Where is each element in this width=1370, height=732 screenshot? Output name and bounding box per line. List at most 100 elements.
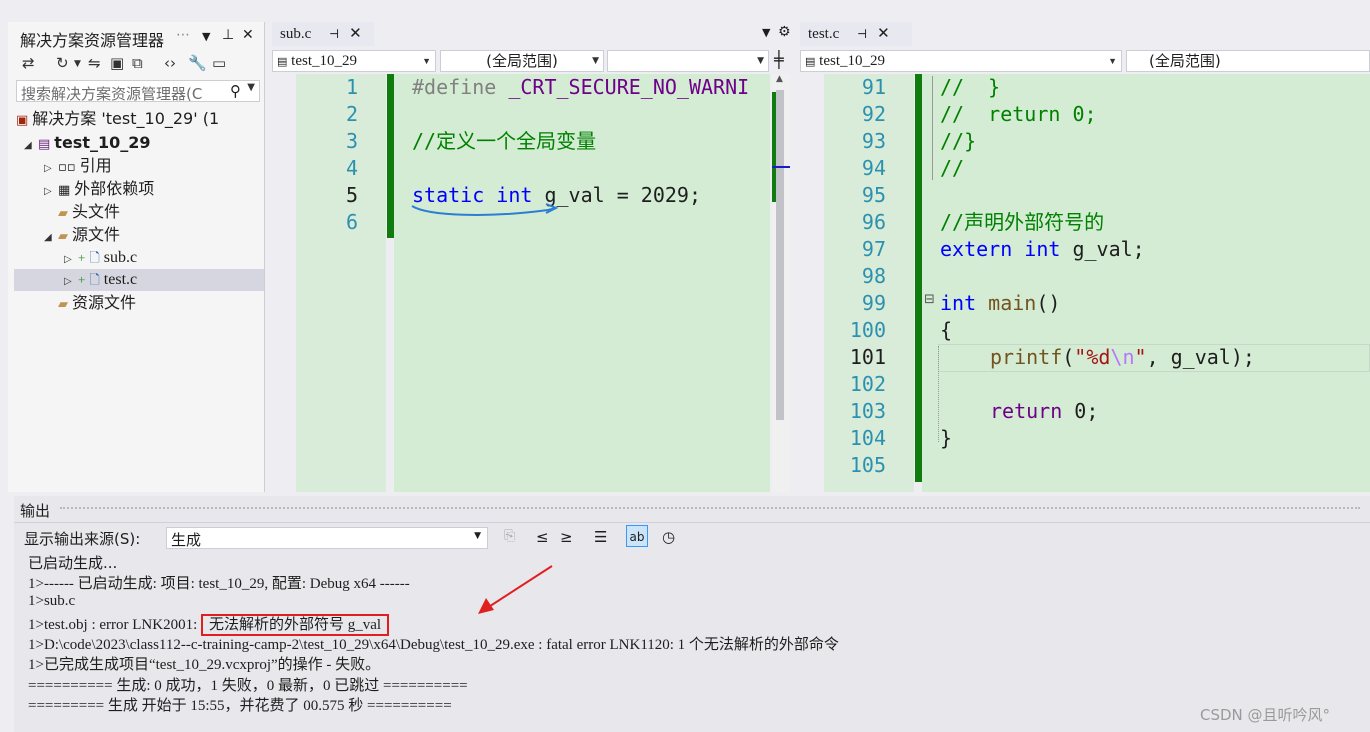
code-line-96: //声明外部符号的 [940, 210, 1105, 234]
code-line-92: // return 0; [940, 102, 1097, 126]
tab-test-c[interactable]: test.c ⊣ ✕ [800, 22, 912, 46]
search-icon[interactable]: ⚲ [230, 82, 241, 100]
collapse-all-icon[interactable]: ▣ [110, 54, 124, 72]
goto-in-code-icon[interactable]: ⎘ [504, 528, 515, 544]
c-file-icon: 🗋 [89, 250, 100, 265]
dropdown-arrow-icon[interactable]: ▼ [202, 30, 210, 43]
nav-project-dropdown-right[interactable]: ▤ test_10_29 ▼ [800, 50, 1122, 72]
sync-icon[interactable]: ⇄ [22, 54, 35, 72]
clear-all-icon[interactable]: ☰ [594, 528, 607, 546]
dropdown-arrow-icon[interactable]: ▼ [474, 531, 481, 541]
tree-item-external-deps[interactable]: ▷ ▦ 外部依赖项 [44, 178, 154, 200]
dropdown-arrow-icon[interactable]: ▼ [422, 51, 431, 71]
tree-item-resource-files[interactable]: ▰ 资源文件 [58, 292, 136, 314]
title-grip [60, 507, 1360, 513]
code-line-99: int main() [940, 291, 1061, 315]
show-all-files-icon[interactable]: ⧉ [132, 54, 143, 72]
code-view-icon[interactable]: ‹› [164, 54, 176, 72]
word-wrap-toggle-icon[interactable]: ab [626, 525, 648, 547]
close-icon[interactable]: ✕ [242, 27, 254, 43]
collapsed-arrow-icon[interactable]: ▷ [44, 181, 58, 203]
output-line: 1>sub.c [28, 593, 76, 609]
solution-search-input[interactable]: 搜索解决方案资源管理器(C ⚲ ▼ [16, 80, 260, 103]
output-line: 1>------ 已启动生成: 项目: test_10_29, 配置: Debu… [28, 576, 410, 592]
tab-close-icon[interactable]: ✕ [349, 26, 362, 42]
output-line: 1>D:\code\2023\class112--c-training-camp… [28, 637, 839, 653]
tree-item-references[interactable]: ▷ ▫▫ 引用 [44, 155, 112, 177]
prev-message-icon[interactable]: ≤ [536, 528, 549, 546]
search-placeholder: 搜索解决方案资源管理器(C [21, 85, 203, 103]
watermark-text: CSDN @且听吟风° [1200, 706, 1331, 724]
pin-icon[interactable]: ⊣ [857, 27, 867, 41]
project-icon: ▤ [277, 56, 288, 68]
solution-icon: ▣ [16, 113, 29, 128]
tree-item-source-files[interactable]: ◢ ▰ 源文件 [44, 224, 120, 246]
properties-wrench-icon[interactable]: 🔧 [188, 54, 207, 72]
collapsed-arrow-icon[interactable]: ▷ [44, 158, 58, 180]
left-vertical-scrollbar[interactable]: ▲ [772, 74, 790, 492]
fold-guide-top [932, 76, 933, 180]
output-title-bar: 输出 [14, 496, 1370, 523]
solution-explorer-panel: 解决方案资源管理器 ⋯ ▼ ⊥ ✕ ⇄ ↻ ▼ ⇋ ▣ ⧉ ‹› 🔧 ▭ 搜索解… [8, 22, 265, 492]
output-source-select[interactable]: 生成 ▼ [166, 527, 488, 549]
nav-scope-dropdown-right[interactable]: (全局范围) [1126, 50, 1370, 72]
tree-item-project[interactable]: ◢ ▤ test_10_29 [24, 132, 151, 154]
tree-item-solution[interactable]: ▣ 解决方案 'test_10_29' (1 [16, 108, 219, 130]
tree-item-sub-c[interactable]: ▷ + 🗋 sub.c [64, 247, 137, 269]
scrollbar-thumb[interactable] [776, 90, 784, 420]
preview-icon[interactable]: ▭ [212, 54, 226, 72]
pending-changes-icon[interactable]: ⇋ [88, 54, 101, 72]
code-line-94: // [940, 156, 965, 180]
scroll-up-icon[interactable]: ▲ [776, 74, 783, 84]
timestamp-clock-icon[interactable]: ◷ [662, 528, 675, 546]
tree-item-header-files[interactable]: ▰ 头文件 [58, 201, 120, 223]
external-deps-icon: ▦ [58, 183, 71, 198]
collapsed-arrow-icon[interactable]: ▷ [64, 249, 78, 271]
search-options-icon[interactable]: ▼ [247, 82, 255, 93]
code-line-104: } [940, 426, 953, 450]
history-icon[interactable]: ↻ [56, 54, 69, 72]
settings-gear-icon[interactable]: ⚙ [778, 24, 791, 40]
dropdown-arrow-icon[interactable]: ▼ [757, 51, 764, 71]
collapse-region-icon[interactable]: ⊟ [924, 292, 935, 307]
output-title: 输出 [20, 502, 51, 520]
nav-scope-dropdown[interactable]: (全局范围) ▼ [440, 50, 604, 72]
nav-member-dropdown[interactable]: ▼ [607, 50, 769, 72]
dropdown-arrow-icon[interactable]: ▼ [1108, 51, 1117, 71]
collapsed-arrow-icon[interactable]: ▷ [64, 271, 78, 293]
dropdown-arrow-icon[interactable]: ▼ [592, 51, 599, 71]
nav-project-dropdown[interactable]: ▤ test_10_29 ▼ [272, 50, 436, 72]
tab-close-icon[interactable]: ✕ [877, 26, 890, 42]
pin-icon[interactable]: ⊣ [329, 27, 339, 41]
added-plus-icon: + [78, 272, 86, 287]
output-line: 1>已完成生成项目“test_10_29.vcxproj”的操作 - 失败。 [28, 657, 381, 673]
right-line-numbers: 91 92 93 94 95 96 97 98 99 100 101 102 1… [849, 75, 886, 477]
added-plus-icon: + [78, 250, 86, 265]
code-line-103: return 0; [990, 399, 1099, 423]
folder-icon: ▰ [58, 297, 68, 312]
next-message-icon[interactable]: ≥ [560, 528, 573, 546]
expanded-arrow-icon[interactable]: ◢ [24, 135, 38, 157]
expanded-arrow-icon[interactable]: ◢ [44, 227, 58, 249]
panel-grip-icon: ⋯ [176, 27, 190, 43]
split-editor-icon[interactable]: ╪ [774, 50, 784, 69]
tree-item-test-c[interactable]: ▷ + 🗋 test.c [14, 269, 264, 291]
folder-icon: ▰ [58, 229, 68, 244]
folder-icon: ▰ [58, 206, 68, 221]
tab-list-dropdown-icon[interactable]: ▼ [762, 26, 770, 39]
tab-sub-c[interactable]: sub.c ⊣ ✕ [272, 22, 374, 46]
pin-icon[interactable]: ⊥ [222, 27, 234, 43]
output-line: ========== 生成: 0 成功，1 失败，0 最新，0 已跳过 ====… [28, 678, 468, 694]
annotation-arrow [478, 565, 553, 614]
code-line-1: #define _CRT_SECURE_NO_WARNI [412, 75, 750, 99]
code-line-93: //} [940, 129, 977, 153]
output-line-error: 1>test.obj : error LNK2001: 无法解析的外部符号 g_… [28, 613, 390, 636]
history-dropdown-icon[interactable]: ▼ [74, 59, 81, 69]
left-line-numbers: 1 2 3 4 5 6 [345, 75, 358, 234]
